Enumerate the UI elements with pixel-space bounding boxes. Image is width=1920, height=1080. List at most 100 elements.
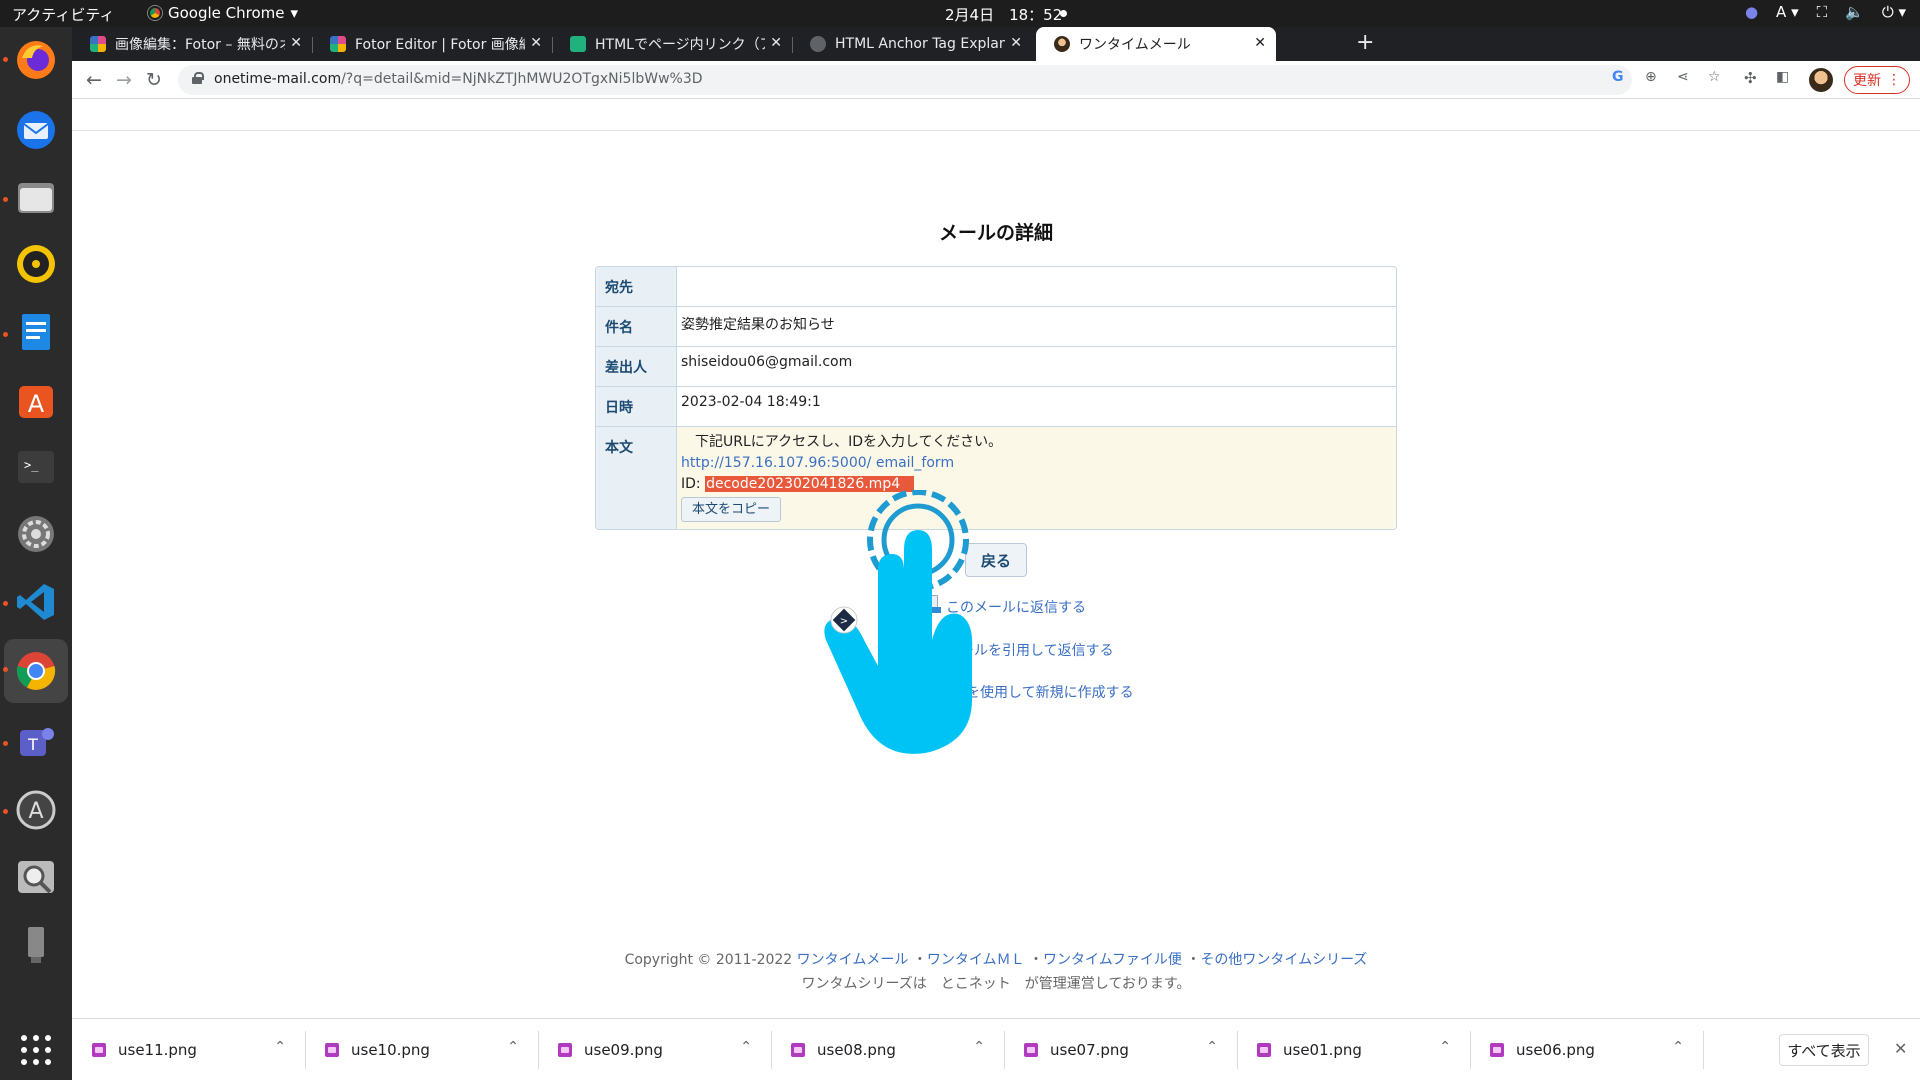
- power-icon[interactable]: ⏻ ▾: [1882, 3, 1906, 21]
- running-indicator: [3, 741, 8, 746]
- tab-fotor-2[interactable]: Fotor Editor | Fotor 画像編 ✕: [312, 27, 552, 61]
- lock-icon[interactable]: [192, 72, 204, 84]
- tap-pointer-overlay: >: [824, 490, 973, 754]
- close-icon[interactable]: ✕: [530, 35, 542, 51]
- table-row-body: 本文 下記URLにアクセスし、IDを入力してください。 http://157.1…: [596, 427, 1396, 529]
- close-icon[interactable]: ✕: [770, 35, 782, 51]
- profile-avatar[interactable]: [1809, 68, 1833, 92]
- tab-html-link[interactable]: HTMLでページ内リンク（ア ✕: [552, 27, 792, 61]
- chevron-up-icon[interactable]: ⌃: [740, 1039, 752, 1055]
- input-method-label: A: [1776, 3, 1787, 21]
- image-file-icon: [1024, 1043, 1038, 1057]
- close-icon[interactable]: ✕: [290, 35, 302, 51]
- fotor-icon: [330, 36, 346, 52]
- running-indicator: [3, 601, 8, 606]
- image-file-icon: [1490, 1043, 1504, 1057]
- footer-line-1: Copyright © 2011-2022 ワンタイムメール ・ワンタイムＭＬ …: [624, 952, 1368, 968]
- forward-arrow-icon[interactable]: →: [112, 68, 136, 92]
- chevron-down-icon: ▾: [290, 4, 299, 22]
- tab-onetime-mail[interactable]: ワンタイムメール ✕: [1036, 27, 1276, 61]
- files-icon[interactable]: [11, 172, 61, 222]
- body-url-link[interactable]: http://157.16.107.96:5000/ email_form: [681, 453, 1392, 474]
- chevron-up-icon[interactable]: ⌃: [1672, 1039, 1684, 1055]
- zoom-icon[interactable]: ⊕: [1645, 69, 1657, 85]
- close-icon[interactable]: ✕: [1254, 35, 1266, 51]
- close-icon[interactable]: ✕: [1010, 35, 1022, 51]
- chevron-up-icon[interactable]: ⌃: [1206, 1039, 1218, 1055]
- tab-title: HTMLでページ内リンク（ア: [595, 37, 765, 53]
- download-item[interactable]: use09.png ⌃: [538, 1019, 770, 1080]
- tab-chatgpt[interactable]: HTML Anchor Tag Explana ✕: [792, 27, 1032, 61]
- settings-icon[interactable]: [11, 509, 61, 559]
- chrome-dock-icon[interactable]: [4, 639, 68, 703]
- rhythmbox-icon[interactable]: [11, 239, 61, 289]
- footer-link-onetime-ml[interactable]: ワンタイムＭＬ: [927, 952, 1025, 968]
- chevron-up-icon[interactable]: ⌃: [507, 1039, 519, 1055]
- download-item[interactable]: use08.png ⌃: [771, 1019, 1003, 1080]
- thunderbird-icon[interactable]: [11, 105, 61, 155]
- chevron-up-icon[interactable]: ⌃: [973, 1039, 985, 1055]
- clock[interactable]: 2月4日 18：52: [945, 4, 1062, 25]
- subject-value: 姿勢推定結果のお知らせ: [681, 317, 835, 333]
- url-text: onetime-mail.com/?q=detail&mid=NjNkZTJhM…: [214, 71, 703, 87]
- dock: A >_ T A: [0, 27, 72, 1080]
- download-item[interactable]: use07.png ⌃: [1004, 1019, 1236, 1080]
- google-lens-icon[interactable]: G: [1612, 69, 1624, 85]
- download-item[interactable]: use10.png ⌃: [305, 1019, 537, 1080]
- address-bar[interactable]: onetime-mail.com/?q=detail&mid=NjNkZTJhM…: [178, 65, 1632, 95]
- side-panel-icon[interactable]: ◧: [1776, 69, 1789, 85]
- running-indicator: [3, 667, 8, 672]
- date-value: 2023-02-04 18:49:1: [681, 394, 821, 410]
- footer-link-other-series[interactable]: その他ワンタイムシリーズ: [1200, 952, 1367, 968]
- svg-text:>_: >_: [24, 458, 39, 472]
- show-apps-icon[interactable]: [11, 1025, 61, 1075]
- share-icon[interactable]: ⋖: [1677, 69, 1689, 85]
- network-icon[interactable]: ⛶: [1817, 3, 1828, 21]
- chevron-up-icon[interactable]: ⌃: [1439, 1039, 1451, 1055]
- firefox-icon[interactable]: [11, 35, 61, 85]
- app-menu[interactable]: Google Chrome ▾: [148, 4, 298, 22]
- chevron-up-icon[interactable]: ⌃: [274, 1039, 286, 1055]
- footer-link-onetime-mail[interactable]: ワンタイムメール: [797, 952, 909, 968]
- extensions-icon[interactable]: ✣: [1744, 69, 1757, 87]
- system-tray[interactable]: ● A ▾ ⛶ 🔈 ⏻ ▾: [1745, 3, 1906, 21]
- input-method-indicator[interactable]: A ▾: [1776, 3, 1799, 21]
- bookmark-star-icon[interactable]: ☆: [1708, 69, 1721, 85]
- reload-icon[interactable]: ↻: [142, 68, 166, 92]
- image-viewer-icon[interactable]: [11, 852, 61, 902]
- writer-icon[interactable]: [11, 307, 61, 357]
- image-file-icon: [791, 1043, 805, 1057]
- show-all-downloads-button[interactable]: すべて表示: [1779, 1034, 1869, 1066]
- header-divider: [72, 130, 1920, 131]
- field-label: 本文: [596, 427, 677, 529]
- field-label: 宛先: [596, 267, 677, 306]
- download-item[interactable]: use11.png ⌃: [72, 1019, 304, 1080]
- image-file-icon: [558, 1043, 572, 1057]
- copyright-text: Copyright © 2011-2022: [624, 952, 793, 968]
- software-updater-icon[interactable]: A: [11, 785, 61, 835]
- teams-tray-icon[interactable]: ●: [1745, 3, 1758, 21]
- download-item[interactable]: use06.png ⌃: [1470, 1019, 1702, 1080]
- download-filename: use07.png: [1050, 1041, 1129, 1059]
- field-label: 差出人: [596, 347, 677, 386]
- close-icon[interactable]: ✕: [1894, 1039, 1907, 1058]
- usb-drive-icon[interactable]: [11, 920, 61, 970]
- url-host: onetime-mail.com: [214, 71, 342, 87]
- activities-button[interactable]: アクティビティ: [12, 4, 114, 25]
- svg-text:A: A: [28, 799, 43, 824]
- teams-icon[interactable]: T: [11, 717, 61, 767]
- software-center-icon[interactable]: A: [11, 375, 61, 425]
- new-tab-button[interactable]: +: [1356, 30, 1374, 55]
- tab-fotor-1[interactable]: 画像編集：Fotor – 無料のオ ✕: [72, 27, 312, 61]
- vscode-icon[interactable]: [11, 577, 61, 627]
- back-arrow-icon[interactable]: ←: [82, 68, 106, 92]
- footer-link-file-bin[interactable]: ワンタイムファイル便: [1043, 952, 1182, 968]
- notification-dot: [1060, 10, 1067, 17]
- terminal-icon[interactable]: >_: [11, 442, 61, 492]
- volume-icon[interactable]: 🔈: [1845, 3, 1864, 21]
- copy-body-button[interactable]: 本文をコピー: [681, 497, 782, 522]
- update-button[interactable]: 更新 ⋮: [1844, 66, 1910, 94]
- download-item[interactable]: use01.png ⌃: [1237, 1019, 1469, 1080]
- sender-value: shiseidou06@gmail.com: [681, 354, 853, 370]
- browser-toolbar: ← → ↻ onetime-mail.com/?q=detail&mid=NjN…: [72, 61, 1920, 99]
